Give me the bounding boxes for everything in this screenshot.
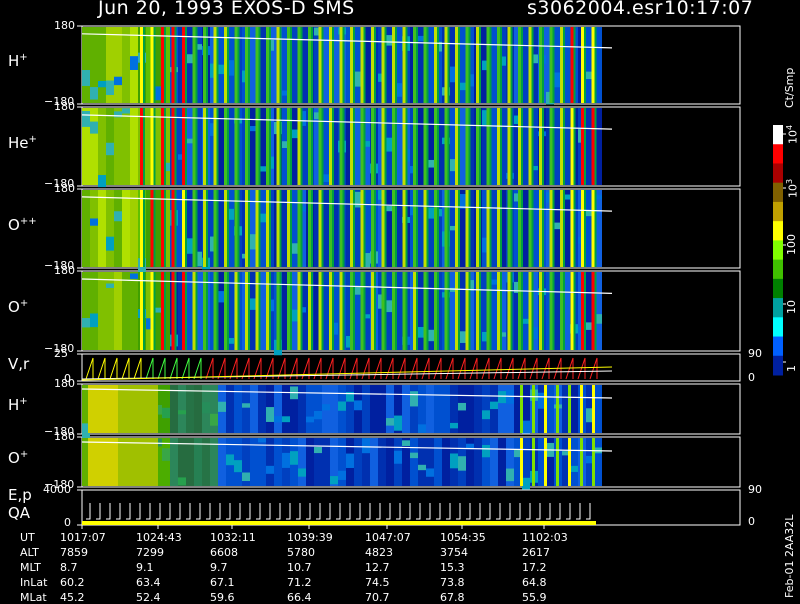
table-cell: 5780 <box>287 546 315 559</box>
rtick-bottom-5: 0 <box>748 371 755 384</box>
table-cell: 7299 <box>136 546 164 559</box>
table-cell: 67.8 <box>440 591 465 604</box>
rtick-top-8: 90 <box>748 483 762 496</box>
panel-label-6: H+ <box>8 396 28 414</box>
table-cell: 2617 <box>522 546 550 559</box>
ytick-top-4: 180 <box>54 264 75 277</box>
panel-label-7: O+ <box>8 449 29 467</box>
table-cell: 64.8 <box>522 576 547 589</box>
table-cell: 4823 <box>365 546 393 559</box>
table-cell: 1024:43 <box>136 531 182 544</box>
table-cell: 9.7 <box>210 561 228 574</box>
table-cell: 73.8 <box>440 576 465 589</box>
ytick-top-1: 180 <box>54 19 75 32</box>
table-cell: 70.7 <box>365 591 390 604</box>
table-cell: 7859 <box>60 546 88 559</box>
colorbar-tick-1: 104 <box>785 124 800 144</box>
table-cell: 17.2 <box>522 561 547 574</box>
table-row-label-mlt: MLT <box>20 561 41 574</box>
table-cell: 66.4 <box>287 591 312 604</box>
plot-time: 10:17:07 <box>664 0 754 19</box>
panel-label-5: V,r <box>8 354 30 373</box>
colorbar-tick-3: 100 <box>785 234 798 255</box>
table-cell: 8.7 <box>60 561 78 574</box>
table-cell: 6608 <box>210 546 238 559</box>
rtick-top-5: 90 <box>748 347 762 360</box>
panel-label-2: He+ <box>8 133 37 152</box>
table-cell: 1102:03 <box>522 531 568 544</box>
spectrogram-2 <box>81 108 613 188</box>
table-cell: 60.2 <box>60 576 85 589</box>
table-row-label-inlat: InLat <box>20 576 48 589</box>
table-cell: 45.2 <box>60 591 85 604</box>
table-cell: 67.1 <box>210 576 235 589</box>
table-cell: 1039:39 <box>287 531 333 544</box>
ytick-top-3: 180 <box>54 182 75 195</box>
ytick-top-7: 180 <box>54 430 75 443</box>
exos-d-sms-spectrogram <box>77 25 786 529</box>
spectrogram-1 <box>81 27 613 105</box>
table-cell: 74.5 <box>365 576 390 589</box>
plot-title: Jun 20, 1993 EXOS-D SMS <box>98 0 355 19</box>
table-cell: 1032:11 <box>210 531 256 544</box>
spectrogram-6 <box>81 385 613 439</box>
table-row-label-alt: ALT <box>20 546 39 559</box>
table-cell: 63.4 <box>136 576 161 589</box>
table-cell: 1054:35 <box>440 531 486 544</box>
panel-frame-8 <box>81 489 741 526</box>
table-cell: 12.7 <box>365 561 390 574</box>
table-cell: 71.2 <box>287 576 312 589</box>
quality-flag-bar <box>82 521 596 525</box>
table-cell: 9.1 <box>136 561 154 574</box>
side-label: Feb-01 2AA32L <box>783 514 796 598</box>
panel-label-1: H+ <box>8 52 28 70</box>
spectrogram-4 <box>81 272 613 356</box>
colorbar-unit-label: Ct/Smp <box>783 67 796 108</box>
colorbar-tick-5: 1 <box>785 365 798 372</box>
table-cell: 15.3 <box>440 561 465 574</box>
ytick-top-2: 180 <box>54 100 75 113</box>
rtick-bottom-8: 0 <box>748 515 755 528</box>
panel-label-8: E,p QA <box>8 485 32 522</box>
ytick-top-6: 180 <box>54 377 75 390</box>
table-cell: 3754 <box>440 546 468 559</box>
table-cell: 59.6 <box>210 591 235 604</box>
ytick-bottom-8: 0 <box>64 516 71 529</box>
table-row-label-mlat: MLat <box>20 591 47 604</box>
file-name: s3062004.esr <box>527 0 663 19</box>
spectrogram-7 <box>81 438 613 490</box>
colorbar-tick-2: 103 <box>785 178 800 198</box>
ytick-top-8: 4000 <box>43 483 71 496</box>
table-cell: 1017:07 <box>60 531 106 544</box>
panel-label-4: O+ <box>8 298 29 316</box>
colorbar-tick-4: 10 <box>785 300 798 314</box>
spectrogram-3 <box>81 190 613 274</box>
table-cell: 1047:07 <box>365 531 411 544</box>
ytick-top-5: 25 <box>54 347 68 360</box>
table-cell: 10.7 <box>287 561 312 574</box>
table-cell: 55.9 <box>522 591 547 604</box>
panel-label-3: O++ <box>8 215 37 234</box>
table-row-label-ut: UT <box>20 531 35 544</box>
table-cell: 52.4 <box>136 591 161 604</box>
